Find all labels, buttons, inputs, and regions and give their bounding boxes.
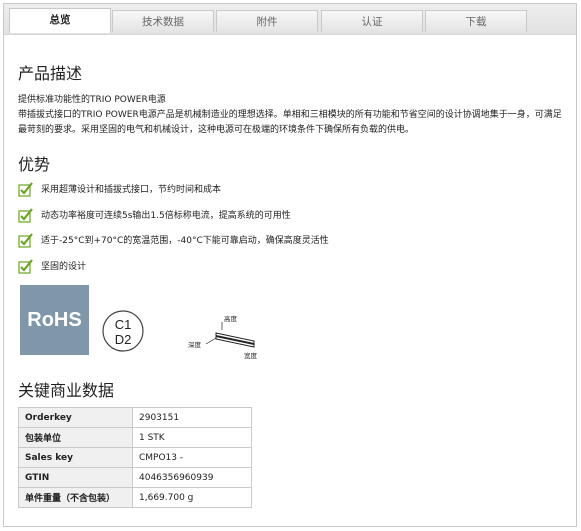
table-key: Orderkey xyxy=(18,407,133,428)
description-line-1: 提供标准功能性的TRIO POWER电源 xyxy=(18,95,166,105)
product-description: 提供标准功能性的TRIO POWER电源 带插拔式接口的TRIO POWER电源… xyxy=(18,93,563,138)
table-key: 单件重量（不含包装） xyxy=(18,487,133,508)
table-key: 包装单位 xyxy=(18,427,133,448)
description-line-2: 带插拔式接口的TRIO POWER电源产品是机械制造业的理想选择。单相和三相模块… xyxy=(18,110,562,135)
table-row: Sales key CMPO13 - xyxy=(18,447,252,468)
advantage-text: 动态功率裕度可连续5s输出1.5倍标称电流，提高系统的可用性 xyxy=(41,211,291,221)
shock-vibration-class-icon: C1 D2 xyxy=(102,310,144,352)
dimension-height-label: 高度 xyxy=(224,314,238,323)
advantage-item: 坚固的设计 xyxy=(18,259,86,275)
advantage-item: 采用超薄设计和插拔式接口，节约时间和成本 xyxy=(18,182,221,198)
table-key: GTIN xyxy=(18,467,133,488)
class-bottom-label: D2 xyxy=(115,332,132,347)
product-panel: 总览 技术数据 附件 认证 下载 产品描述 提供标准功能性的TRIO POWER… xyxy=(3,3,577,527)
advantage-text: 适于-25°C到+70°C的宽温范围，-40°C下能可靠启动，确保高度灵活性 xyxy=(41,236,329,246)
checkmark-icon xyxy=(18,233,33,248)
advantage-item: 动态功率裕度可连续5s输出1.5倍标称电流，提高系统的可用性 xyxy=(18,208,291,224)
table-value: 4046356960939 xyxy=(132,467,252,488)
commercial-data-table: Orderkey 2903151 包装单位 1 STK Sales key CM… xyxy=(18,407,252,508)
tab-overview[interactable]: 总览 xyxy=(9,8,111,33)
advantage-text: 采用超薄设计和插拔式接口，节约时间和成本 xyxy=(41,185,222,195)
table-row: GTIN 4046356960939 xyxy=(18,467,252,488)
commercial-data-heading: 关键商业数据 xyxy=(18,381,115,400)
class-top-label: C1 xyxy=(115,317,132,332)
tab-certification[interactable]: 认证 xyxy=(321,10,423,32)
checkmark-icon xyxy=(18,259,33,274)
tab-download[interactable]: 下载 xyxy=(425,10,527,32)
product-description-heading: 产品描述 xyxy=(18,64,83,83)
checkmark-icon xyxy=(18,208,33,223)
tab-bar: 总览 技术数据 附件 认证 下载 xyxy=(4,4,576,35)
dimensions-icon: 高度 深度 宽度 xyxy=(188,314,258,360)
dimension-width-label: 宽度 xyxy=(244,351,258,360)
rohs-badge: RoHS xyxy=(20,285,89,355)
table-value: 2903151 xyxy=(132,407,252,428)
table-value: CMPO13 - xyxy=(132,447,252,468)
dimension-depth-label: 深度 xyxy=(188,340,202,349)
advantages-heading: 优势 xyxy=(18,155,51,174)
table-row: Orderkey 2903151 xyxy=(18,407,252,428)
tab-technical-data[interactable]: 技术数据 xyxy=(112,10,214,32)
tab-accessories[interactable]: 附件 xyxy=(216,10,318,32)
advantage-text: 坚固的设计 xyxy=(41,262,87,272)
checkmark-icon xyxy=(18,182,33,197)
table-value: 1 STK xyxy=(132,427,252,448)
table-value: 1,669.700 g xyxy=(132,487,252,508)
table-key: Sales key xyxy=(18,447,133,468)
advantage-item: 适于-25°C到+70°C的宽温范围，-40°C下能可靠启动，确保高度灵活性 xyxy=(18,233,329,249)
table-row: 包装单位 1 STK xyxy=(18,427,252,448)
table-row: 单件重量（不含包装） 1,669.700 g xyxy=(18,487,252,508)
